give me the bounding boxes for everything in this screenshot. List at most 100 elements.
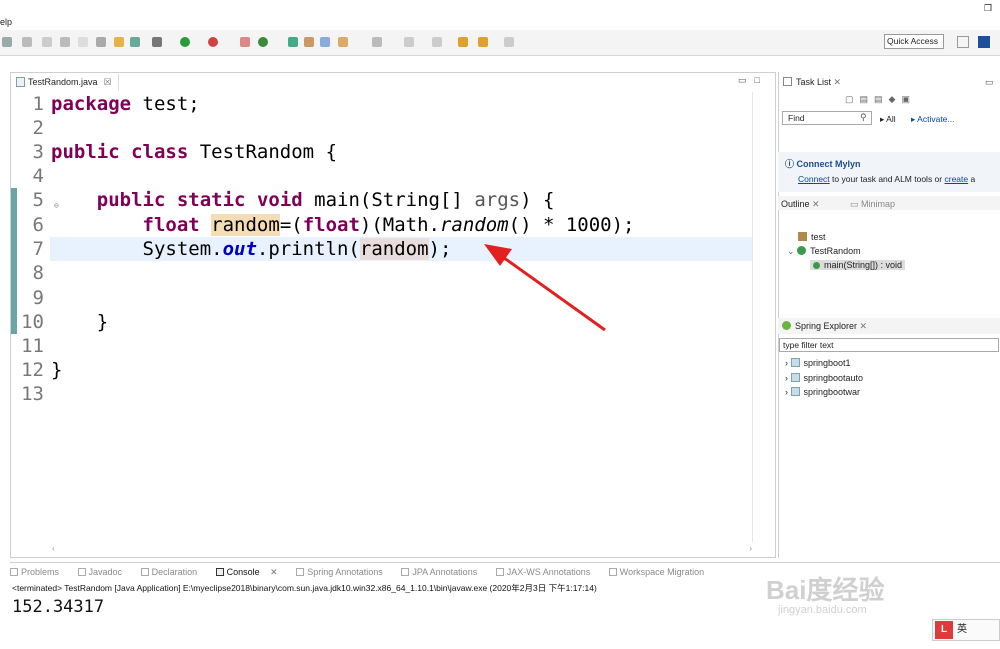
run-icon[interactable] xyxy=(180,37,190,47)
outline-item-package[interactable]: test xyxy=(798,230,826,244)
code-line-6: float random=(float)(Math.random() * 100… xyxy=(142,214,635,236)
line-number: 5 xyxy=(32,189,44,211)
code-line-12: } xyxy=(51,359,63,381)
spring-explorer-tab[interactable]: Spring Explorer ✕ xyxy=(782,319,867,333)
editor-horizontal-scrollbar[interactable]: ‹ › xyxy=(52,544,752,554)
java-file-icon xyxy=(16,77,25,87)
console-status: <terminated> TestRandom [Java Applicatio… xyxy=(12,583,597,593)
close-icon[interactable]: ✕ xyxy=(812,199,820,209)
menu-help[interactable]: elp xyxy=(0,17,12,27)
ime-indicator[interactable]: L英 xyxy=(932,619,1000,641)
outline-item-method[interactable]: main(String[]) : void xyxy=(810,258,906,272)
toolbar-icon[interactable] xyxy=(42,37,52,47)
toolbar-icon[interactable] xyxy=(78,37,88,47)
create-link[interactable]: create xyxy=(944,174,968,184)
tab-workspace-migration[interactable]: Workspace Migration xyxy=(608,567,712,577)
tab-javadoc[interactable]: Javadoc xyxy=(77,567,131,577)
close-icon[interactable]: ✕ xyxy=(860,321,868,331)
maximize-icon[interactable]: □ xyxy=(755,75,768,85)
folder-icon xyxy=(790,358,800,367)
perspective-icon[interactable] xyxy=(978,36,990,48)
line-number: 4 xyxy=(32,165,44,187)
project-item[interactable]: › springbootauto xyxy=(785,371,863,385)
line-number: 6 xyxy=(32,214,44,236)
connect-link[interactable]: Connect xyxy=(798,174,830,184)
editor-tab-title: TestRandom.java xyxy=(28,77,98,87)
outline-item-class[interactable]: ⌄ TestRandom xyxy=(787,244,861,258)
outline-tab[interactable]: Outline ✕ xyxy=(781,197,820,211)
ime-logo-icon: L xyxy=(935,621,953,639)
filter-icon[interactable]: ▤ xyxy=(860,94,875,104)
main-toolbar: Quick Access xyxy=(0,30,1000,56)
tab-jaxws-annotations[interactable]: JAX-WS Annotations xyxy=(495,567,599,577)
editor-vertical-scrollbar[interactable] xyxy=(752,92,764,542)
method-icon xyxy=(813,262,820,269)
spring-filter-input[interactable]: type filter text xyxy=(779,338,999,352)
open-perspective-icon[interactable] xyxy=(957,36,969,48)
minimize-icon[interactable]: ▭ xyxy=(985,75,994,89)
quick-access-field[interactable]: Quick Access xyxy=(884,34,944,49)
toolbar-icon[interactable] xyxy=(114,37,124,47)
code-line-10: } xyxy=(96,311,109,333)
minimap-tab[interactable]: ▭ Minimap xyxy=(850,197,895,211)
tab-console[interactable]: Console ✕ xyxy=(215,567,286,577)
line-number: 12 xyxy=(21,359,44,381)
toolbar-icon[interactable] xyxy=(320,37,330,47)
toolbar-icon[interactable] xyxy=(60,37,70,47)
line-number: 11 xyxy=(21,335,44,357)
close-icon[interactable]: ✕ xyxy=(834,77,842,87)
spring-icon xyxy=(782,321,791,330)
tab-spring-annotations[interactable]: Spring Annotations xyxy=(296,567,391,577)
focus-icon[interactable]: ◆ xyxy=(889,94,902,104)
line-number: 7 xyxy=(32,238,44,260)
toolbar-icon[interactable] xyxy=(96,37,106,47)
toolbar-icon[interactable] xyxy=(404,37,414,47)
editor-window-controls: ▭□ xyxy=(738,75,768,86)
project-item[interactable]: › springbootwar xyxy=(785,385,860,399)
new-task-icon[interactable]: ▢ xyxy=(845,94,860,104)
debug-icon[interactable] xyxy=(152,37,162,47)
toolbar-icon[interactable] xyxy=(372,37,382,47)
toolbar-icon[interactable] xyxy=(240,37,250,47)
editor-tab[interactable]: TestRandom.java ☒ xyxy=(12,74,119,91)
code-line-5: public static void main(String[] args) { xyxy=(96,189,555,211)
toolbar-icon[interactable] xyxy=(304,37,314,47)
line-number: 10 xyxy=(21,311,44,333)
close-tab-icon[interactable]: ☒ xyxy=(104,77,112,87)
code-line-3: public class TestRandom { xyxy=(51,141,338,163)
back-icon[interactable] xyxy=(458,37,468,47)
collapse-icon[interactable]: ▣ xyxy=(901,94,916,104)
menu-bar: elp ❐ xyxy=(0,0,1000,30)
toolbar-icon[interactable] xyxy=(288,37,298,47)
activate-link[interactable]: ▸ Activate... xyxy=(911,112,955,126)
ide-window: elp ❐ Quick Access TestRandom.java☒ ▭□ xyxy=(0,0,1000,649)
categorize-icon[interactable]: ▤ xyxy=(874,94,889,104)
project-item[interactable]: › springboot1 xyxy=(785,356,851,370)
toolbar-icon[interactable] xyxy=(338,37,348,47)
forward-icon[interactable] xyxy=(504,37,514,47)
toolbar-icon[interactable] xyxy=(22,37,32,47)
tab-jpa-annotations[interactable]: JPA Annotations xyxy=(401,567,485,577)
bottom-tabs: Problems Javadoc Declaration Console ✕ S… xyxy=(10,565,720,579)
tab-declaration[interactable]: Declaration xyxy=(140,567,206,577)
line-number: 1 xyxy=(32,93,44,115)
restore-window-icon[interactable]: ❐ xyxy=(984,3,992,14)
folder-icon xyxy=(790,387,800,396)
expand-icon[interactable]: ⌄ xyxy=(787,246,795,256)
right-panel xyxy=(778,72,1000,558)
code-line-7: System.out.println(random); xyxy=(142,238,452,260)
minimize-icon[interactable]: ▭ xyxy=(738,75,755,85)
task-list-toolbar: ▢▤▤◆▣ xyxy=(845,92,916,106)
back-icon[interactable] xyxy=(478,37,488,47)
code-editor[interactable]: 1 2 3 4 5 6 7 8 9 10 11 12 13 ⊖ package … xyxy=(10,92,752,540)
tab-problems[interactable]: Problems xyxy=(10,567,67,577)
task-list-icon xyxy=(783,77,792,86)
task-list-tab[interactable]: Task List ✕ xyxy=(783,75,841,89)
toolbar-icon[interactable] xyxy=(432,37,442,47)
category-all[interactable]: ▸ All xyxy=(880,112,896,126)
toolbar-icon[interactable] xyxy=(258,37,268,47)
run-external-icon[interactable] xyxy=(208,37,218,47)
toolbar-icon[interactable] xyxy=(2,37,12,47)
find-input[interactable]: Find xyxy=(782,111,872,125)
toolbar-icon[interactable] xyxy=(130,37,140,47)
